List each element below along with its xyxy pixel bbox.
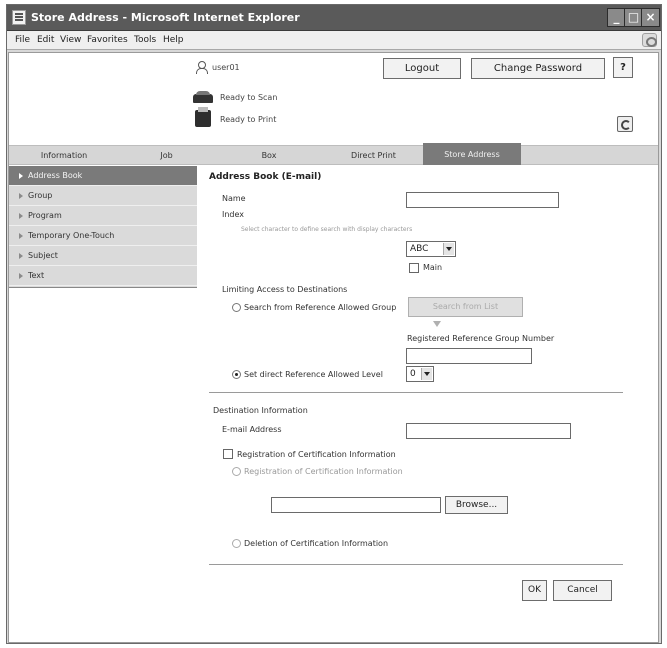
arrow-right-icon: [19, 232, 23, 239]
print-status: Ready to Print: [220, 115, 277, 124]
menu-bar: File Edit View Favorites Tools Help: [7, 31, 661, 50]
document-icon: [12, 10, 26, 25]
sidebar-item-label: Subject: [28, 251, 58, 260]
ok-button[interactable]: OK: [522, 580, 547, 601]
divider: [209, 564, 623, 565]
registered-group-number-label: Registered Reference Group Number: [407, 334, 555, 343]
limiting-access-label: Limiting Access to Destinations: [222, 285, 348, 294]
cert-register-radio[interactable]: [232, 467, 241, 476]
cert-file-input[interactable]: [271, 497, 441, 513]
name-input[interactable]: [406, 192, 559, 208]
scanner-icon: [193, 91, 213, 105]
address-book-form: Address Book (E-mail) Name Index Select …: [197, 166, 658, 644]
sidebar-item-program[interactable]: Program: [9, 206, 197, 226]
username: user01: [212, 63, 240, 72]
sidebar-item-address-book[interactable]: Address Book: [9, 166, 197, 186]
chevron-down-icon: [443, 243, 454, 255]
arrow-right-icon: [19, 272, 23, 279]
chevron-down-icon: [421, 368, 432, 380]
level-select-value: 0: [410, 369, 416, 379]
arrow-right-icon: [19, 252, 23, 259]
tab-bar: Information Job Box Direct Print Store A…: [9, 143, 658, 165]
user-icon: [195, 61, 208, 74]
close-button[interactable]: ×: [641, 8, 660, 27]
browser-window: Store Address - Microsoft Internet Explo…: [6, 4, 662, 644]
index-hint: Select character to define search with d…: [241, 226, 413, 233]
tab-box[interactable]: Box: [214, 146, 324, 165]
menu-file[interactable]: File: [15, 35, 30, 45]
main-checkbox[interactable]: [409, 263, 419, 273]
tab-direct-print[interactable]: Direct Print: [324, 146, 423, 165]
level-select[interactable]: 0: [406, 366, 434, 382]
refresh-icon[interactable]: [617, 116, 633, 132]
index-select[interactable]: ABC: [406, 241, 456, 257]
menu-help[interactable]: Help: [163, 35, 184, 45]
cert-delete-label: Deletion of Certification Information: [244, 539, 389, 548]
registered-group-number-input[interactable]: [406, 348, 532, 364]
printer-icon: [195, 107, 211, 127]
arrow-down-icon: [433, 321, 441, 327]
menu-edit[interactable]: Edit: [37, 35, 54, 45]
index-label: Index: [222, 210, 245, 219]
menu-favorites[interactable]: Favorites: [87, 35, 128, 45]
sidebar-item-label: Address Book: [28, 171, 83, 180]
cert-checkbox-label: Registration of Certification Informatio…: [237, 450, 396, 459]
window-title: Store Address - Microsoft Internet Explo…: [31, 11, 300, 24]
cert-registration-checkbox[interactable]: [223, 449, 233, 459]
divider: [209, 392, 623, 393]
sidebar-item-text[interactable]: Text: [9, 266, 197, 286]
sidebar-item-group[interactable]: Group: [9, 186, 197, 206]
email-address-input[interactable]: [406, 423, 571, 439]
sidebar: Address Book Group Program Temporary One…: [9, 166, 197, 288]
name-label: Name: [222, 194, 246, 203]
form-title: Address Book (E-mail): [209, 172, 322, 182]
destination-info-label: Destination Information: [213, 406, 308, 415]
browse-button[interactable]: Browse...: [445, 496, 508, 514]
search-group-radio[interactable]: [232, 303, 241, 312]
change-password-button[interactable]: Change Password: [471, 58, 605, 79]
arrow-right-icon: [19, 172, 23, 179]
header: user01 Logout Change Password ? Ready to…: [9, 53, 658, 144]
set-level-label: Set direct Reference Allowed Level: [244, 370, 383, 379]
cert-delete-radio[interactable]: [232, 539, 241, 548]
email-address-label: E-mail Address: [222, 425, 282, 434]
cert-register-label: Registration of Certification Informatio…: [244, 467, 403, 476]
help-button[interactable]: ?: [613, 57, 633, 78]
sidebar-item-label: Text: [28, 271, 45, 280]
index-select-value: ABC: [410, 244, 429, 254]
cancel-button[interactable]: Cancel: [553, 580, 612, 601]
windows-logo-icon: [642, 33, 657, 47]
sidebar-item-label: Program: [28, 211, 62, 220]
tab-information[interactable]: Information: [9, 146, 119, 165]
page-content: user01 Logout Change Password ? Ready to…: [8, 52, 659, 643]
tab-job[interactable]: Job: [119, 146, 214, 165]
logout-button[interactable]: Logout: [383, 58, 461, 79]
sidebar-item-label: Group: [28, 191, 53, 200]
sidebar-item-label: Temporary One-Touch: [28, 231, 115, 240]
sidebar-item-temporary-one-touch[interactable]: Temporary One-Touch: [9, 226, 197, 246]
main-label: Main: [423, 263, 443, 272]
arrow-right-icon: [19, 212, 23, 219]
search-from-list-button[interactable]: Search from List: [408, 297, 523, 317]
scan-status: Ready to Scan: [220, 93, 278, 102]
search-group-label: Search from Reference Allowed Group: [244, 303, 397, 312]
title-bar: Store Address - Microsoft Internet Explo…: [7, 5, 661, 31]
menu-view[interactable]: View: [60, 35, 81, 45]
tab-store-address[interactable]: Store Address: [423, 143, 521, 165]
menu-tools[interactable]: Tools: [134, 35, 156, 45]
set-level-radio[interactable]: [232, 370, 241, 379]
arrow-right-icon: [19, 192, 23, 199]
sidebar-item-subject[interactable]: Subject: [9, 246, 197, 266]
